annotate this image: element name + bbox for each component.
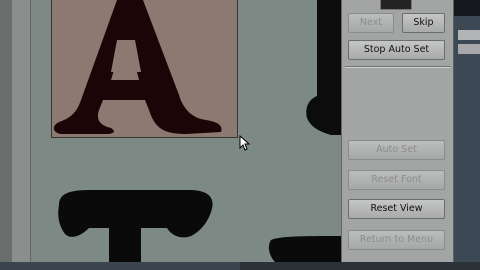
left-scroll-strip — [12, 0, 31, 262]
reset-view-button[interactable]: Reset View — [348, 199, 445, 219]
background-window-strip — [454, 0, 480, 262]
glyph-partial-right — [303, 0, 341, 135]
taskbar — [0, 262, 480, 270]
left-window-strip — [0, 0, 12, 262]
control-panel: Next Skip Stop Auto Set Auto Set Reset F… — [341, 0, 454, 262]
skip-button[interactable]: Skip — [402, 13, 445, 33]
background-window-line — [458, 30, 480, 40]
glyph-preview-thumb — [380, 0, 412, 10]
stop-auto-set-button[interactable]: Stop Auto Set — [348, 40, 445, 60]
glyph-shapes — [53, 0, 341, 262]
glyph-a-shape — [53, 0, 222, 134]
panel-divider-highlight — [345, 67, 450, 68]
background-window-block — [454, 0, 480, 16]
mouse-pointer-icon — [239, 135, 251, 151]
auto-set-button[interactable]: Auto Set — [348, 140, 445, 160]
glyph-t-shape — [58, 190, 213, 262]
glyph-partial-bottom — [268, 236, 341, 262]
taskbar-left — [0, 262, 240, 270]
return-to-menu-button[interactable]: Return to Menu — [348, 230, 445, 250]
glyph-canvas[interactable]: A — [31, 0, 341, 262]
background-window-line — [458, 44, 480, 54]
next-button[interactable]: Next — [348, 13, 394, 33]
reset-font-button[interactable]: Reset Font — [348, 170, 445, 190]
